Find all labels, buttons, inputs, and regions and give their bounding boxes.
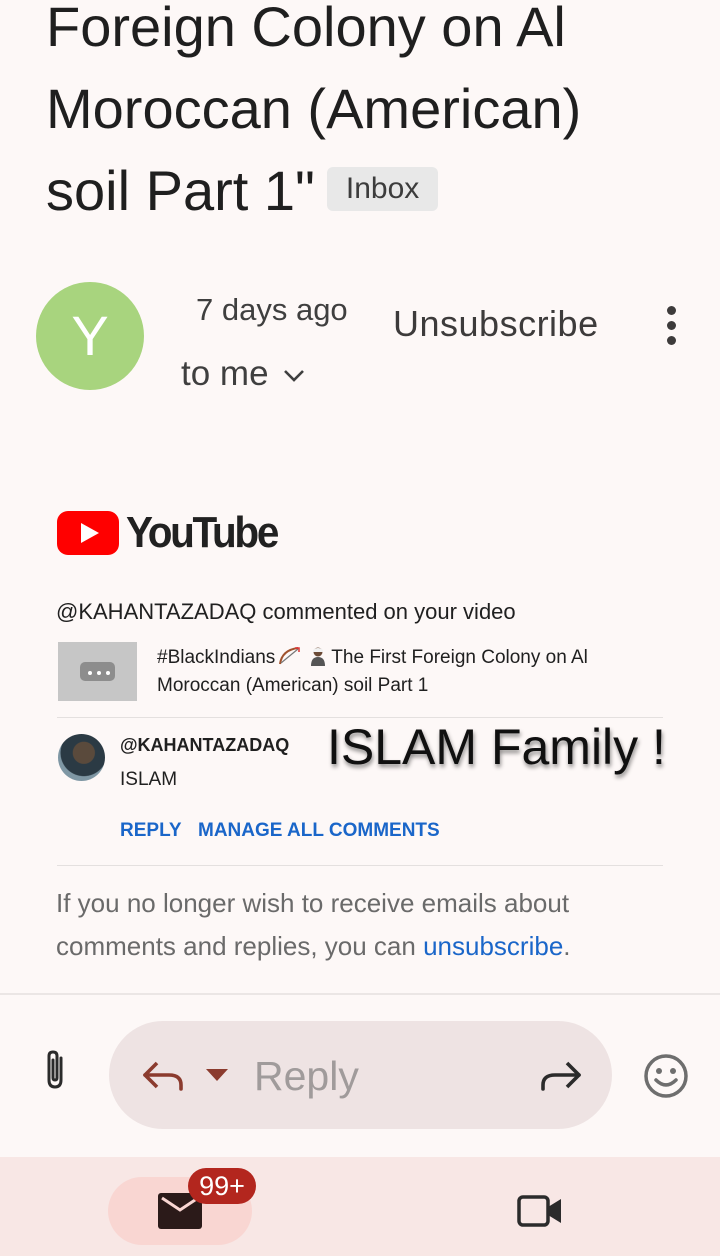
inbox-label-chip[interactable]: Inbox bbox=[326, 167, 439, 212]
subject-line-3-text: soil Part 1" bbox=[46, 159, 315, 222]
subject-line-1: Foreign Colony on Al bbox=[46, 0, 566, 58]
emoji-icon[interactable] bbox=[642, 1052, 690, 1100]
recipient-details-toggle[interactable]: to me bbox=[181, 354, 305, 394]
reply-link[interactable]: REPLY bbox=[120, 820, 182, 842]
youtube-logo: YouTube bbox=[57, 508, 290, 558]
video-title-continued: Moroccan (American) soil Part 1 bbox=[157, 675, 429, 696]
subject-line-2: Moroccan (American) bbox=[46, 77, 582, 140]
commenter-avatar[interactable] bbox=[58, 734, 105, 781]
thumbnail-placeholder-icon bbox=[80, 662, 115, 681]
email-subject: Foreign Colony on Al Moroccan (American)… bbox=[46, 0, 686, 232]
bottom-navigation: 99+ bbox=[0, 1157, 720, 1256]
overlay-caption: ISLAM Family ! bbox=[327, 719, 666, 775]
compose-divider bbox=[0, 993, 720, 995]
reply-compose-bar[interactable]: Reply bbox=[109, 1021, 612, 1129]
email-footer: If you no longer wish to receive emails … bbox=[56, 882, 676, 968]
video-thumbnail[interactable] bbox=[58, 642, 137, 701]
reply-arrow-icon[interactable] bbox=[141, 1055, 185, 1095]
comment-text: ISLAM bbox=[120, 769, 178, 790]
bow-arrow-icon bbox=[279, 647, 301, 665]
caret-down-icon[interactable] bbox=[206, 1069, 228, 1081]
comment-author[interactable]: @KAHANTAZADAQ bbox=[120, 735, 289, 756]
attachment-icon[interactable] bbox=[40, 1048, 70, 1092]
manage-comments-link[interactable]: MANAGE ALL COMMENTS bbox=[198, 820, 440, 842]
chevron-down-icon bbox=[283, 369, 304, 382]
more-options-icon[interactable] bbox=[660, 306, 682, 348]
video-title-tag: #BlackIndians bbox=[157, 647, 276, 668]
unread-count-badge: 99+ bbox=[188, 1168, 256, 1204]
reply-placeholder[interactable]: Reply bbox=[254, 1053, 359, 1100]
video-title-main: The First Foreign Colony on Al bbox=[331, 647, 588, 668]
person-emoji-icon bbox=[311, 647, 326, 666]
forward-arrow-icon[interactable] bbox=[539, 1055, 583, 1095]
divider bbox=[57, 865, 663, 866]
youtube-wordmark: YouTube bbox=[126, 508, 279, 557]
comment-notice: @KAHANTAZADAQ commented on your video bbox=[56, 599, 516, 624]
footer-unsubscribe-link[interactable]: unsubscribe bbox=[423, 931, 563, 961]
sender-avatar[interactable]: Y bbox=[36, 282, 144, 390]
subject-line-3: soil Part 1" Inbox bbox=[46, 150, 686, 232]
video-title[interactable]: #BlackIndians The First Foreign Colony on… bbox=[157, 644, 627, 700]
video-call-icon[interactable] bbox=[516, 1193, 564, 1229]
footer-period: . bbox=[563, 931, 571, 961]
recipient-label: to me bbox=[181, 354, 269, 393]
youtube-play-icon bbox=[57, 511, 119, 555]
unsubscribe-button[interactable]: Unsubscribe bbox=[393, 303, 599, 345]
sent-time: 7 days ago bbox=[196, 292, 348, 327]
